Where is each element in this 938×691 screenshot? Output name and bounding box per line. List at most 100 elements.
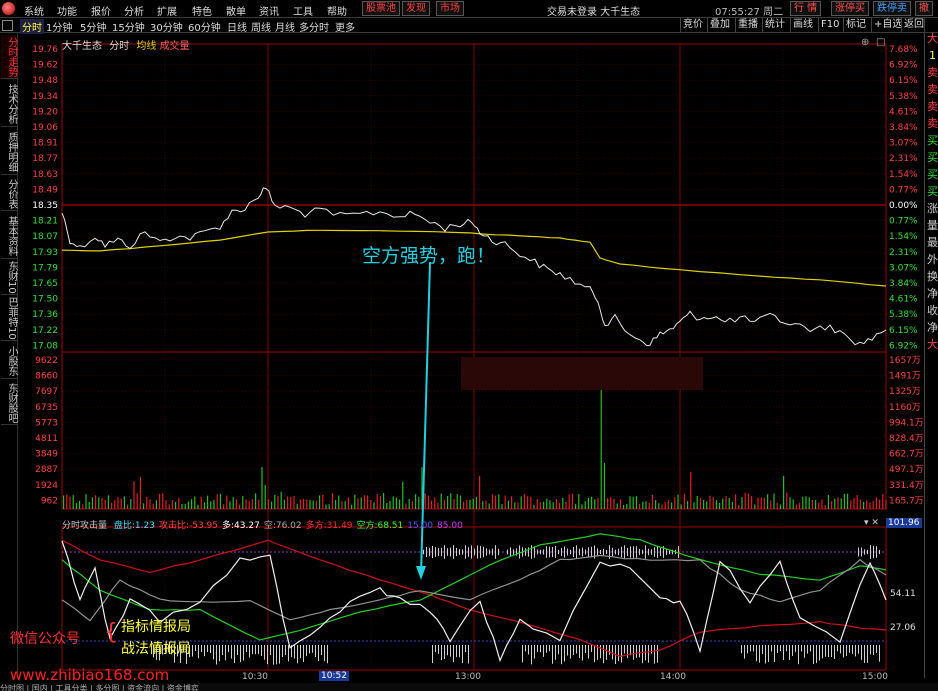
pct-tick-label: 0.00% <box>889 201 918 211</box>
chart-title-row: 大千生态 分时 均线 成交量 <box>62 37 190 52</box>
pct-tick-label: 0.77% <box>889 217 918 227</box>
time-cursor: 10:52 <box>319 671 349 681</box>
volume-right-tick-label: 994.1万 <box>889 418 924 428</box>
volume-tick-label: 8660 <box>35 372 58 382</box>
volume-right-tick-label: 165.7万 <box>889 496 924 506</box>
volume-tick-label: 3849 <box>35 450 58 460</box>
price-tick-label: 17.22 <box>32 326 58 336</box>
right-panel-cell: 涨 <box>927 202 938 215</box>
maximize-icon[interactable]: □ <box>876 37 885 48</box>
right-panel-cell: 1 <box>929 49 936 62</box>
oscillator-bars <box>153 545 880 665</box>
right-panel-cell: 净 <box>927 321 938 334</box>
osc-tick-label: 27.06 <box>890 623 916 633</box>
stock-terminal-window: 系统 功能 报价 分析 扩展 特色 散单 资讯 工具 帮助 股票池 发现 市场 … <box>0 0 938 691</box>
volume-tick-label: 9622 <box>35 356 58 366</box>
oscillator-value: 101.96 <box>886 518 922 528</box>
watermark-line2: 战法情报局 <box>121 641 191 657</box>
pct-tick-label: 4.61% <box>889 295 918 305</box>
price-tick-label: 18.63 <box>32 170 58 180</box>
price-tick-label: 19.34 <box>32 92 58 102</box>
pct-tick-label: 3.07% <box>889 263 918 273</box>
pct-tick-label: 0.77% <box>889 185 918 195</box>
pct-tick-label: 2.31% <box>889 248 918 258</box>
pct-tick-label: 4.61% <box>889 107 918 117</box>
right-panel-cell: 卖 <box>927 66 938 79</box>
price-tick-label: 19.48 <box>32 76 58 86</box>
price-tick-label: 18.21 <box>32 217 58 227</box>
volume-tick-label: 962 <box>41 496 58 506</box>
price-tick-label: 18.07 <box>32 232 58 242</box>
pct-tick-label: 6.92% <box>889 61 918 71</box>
hover-info-box <box>461 357 703 390</box>
pct-tick-label: 6.92% <box>889 341 918 351</box>
right-panel-cell: 量 <box>927 219 938 232</box>
volume-tick-label: 4811 <box>35 434 58 444</box>
oscillator-legend-item: 盘比:1.23 <box>113 521 155 531</box>
watermark-names: 指标情报局 战法情报局 <box>121 616 191 660</box>
intraday-chart[interactable]: 19.76 7.68% 19.62 6.92% 19.48 6.15% 19.34 5.38%… <box>0 0 938 691</box>
volume-right-tick-label: 1160万 <box>889 403 921 413</box>
time-label-1500: 15:00 <box>862 672 888 682</box>
volume-right-tick-label: 1325万 <box>889 387 921 397</box>
pct-tick-label: 5.38% <box>889 92 918 102</box>
pct-tick-label: 5.38% <box>889 310 918 320</box>
price-tick-label: 17.36 <box>32 310 58 320</box>
price-tick-label: 19.62 <box>32 61 58 71</box>
volume-tick-label: 5773 <box>35 418 58 428</box>
volume-tick-label: 6735 <box>35 403 58 413</box>
oscillator-legend-item: 多:43.27 <box>222 521 260 531</box>
brace-icon: { <box>104 620 118 645</box>
volume-right-tick-label: 662.7万 <box>889 450 924 460</box>
oscillator-legend-item: 15.00 <box>407 521 434 531</box>
price-tick-label: 17.08 <box>32 341 58 351</box>
volume-right-tick-label: 1657万 <box>889 356 921 366</box>
pct-tick-label: 3.07% <box>889 139 918 149</box>
time-label-1030: 10:30 <box>242 672 268 682</box>
avg-line-label: 均线 <box>136 41 157 52</box>
oscillator-close-icon[interactable]: ▾ ✕ <box>864 518 879 528</box>
watermark-url: www.zhibiao168.com <box>10 666 170 684</box>
price-tick-label: 17.65 <box>32 279 58 289</box>
pct-tick-label: 7.68% <box>889 45 918 55</box>
oscillator-title: 分时攻击量 <box>62 521 108 531</box>
right-panel-cell: 净 <box>927 287 938 300</box>
oscillator-legend-item: 空方:68.51 <box>356 521 404 531</box>
right-panel-cell: 买 <box>927 134 938 147</box>
price-tick-label: 18.77 <box>32 154 58 164</box>
right-panel-cell: 换 <box>927 270 938 283</box>
right-panel-cell: 收 <box>927 304 938 317</box>
annotation-arrow-head <box>416 566 426 580</box>
time-label-1300: 13:00 <box>455 672 481 682</box>
volume-label: 成交量 <box>159 41 190 52</box>
volume-right-tick-label: 497.1万 <box>889 465 924 475</box>
volume-right-tick-label: 1491万 <box>889 372 921 382</box>
volume-tick-label: 1924 <box>35 481 58 491</box>
pct-tick-label: 3.84% <box>889 279 918 289</box>
view-label: 分时 <box>109 41 130 52</box>
right-panel-cell: 外 <box>927 253 938 266</box>
right-panel-cell: 卖 <box>927 83 938 96</box>
oscillator-legend-item: 空:76.02 <box>263 521 302 531</box>
price-tick-label: 19.76 <box>32 45 58 55</box>
price-tick-label: 19.06 <box>32 123 58 133</box>
volume-tick-label: 2887 <box>35 465 58 475</box>
right-panel-cell: 买 <box>927 168 938 181</box>
wechat-text: 微信公众号 <box>10 631 80 647</box>
pct-tick-label: 2.31% <box>889 154 918 164</box>
watermark-line1: 指标情报局 <box>121 619 191 635</box>
right-panel-cell: 大 <box>927 338 938 351</box>
volume-tick-label: 7697 <box>35 387 58 397</box>
wechat-label: 微信公众号 { <box>10 620 118 648</box>
volume-bars <box>63 389 887 509</box>
axis-labels: 19.76 7.68% 19.62 6.92% 19.48 6.15% 19.34 5.38%… <box>32 45 924 633</box>
oscillator-legend-item: 85.00 <box>437 521 463 531</box>
right-panel-cell: 买 <box>927 151 938 164</box>
right-panel-cell: 大 <box>927 32 938 45</box>
price-tick-label: 18.49 <box>32 185 58 195</box>
settings-circle-icon[interactable]: ⊕ <box>861 37 869 48</box>
right-panel-cell: 卖 <box>927 117 938 130</box>
volume-right-tick-label: 828.4万 <box>889 434 924 444</box>
right-quote-panel: 大1卖卖卖卖买买买买涨量最外换净收净大 <box>924 18 938 678</box>
price-tick-label: 18.91 <box>32 139 58 149</box>
